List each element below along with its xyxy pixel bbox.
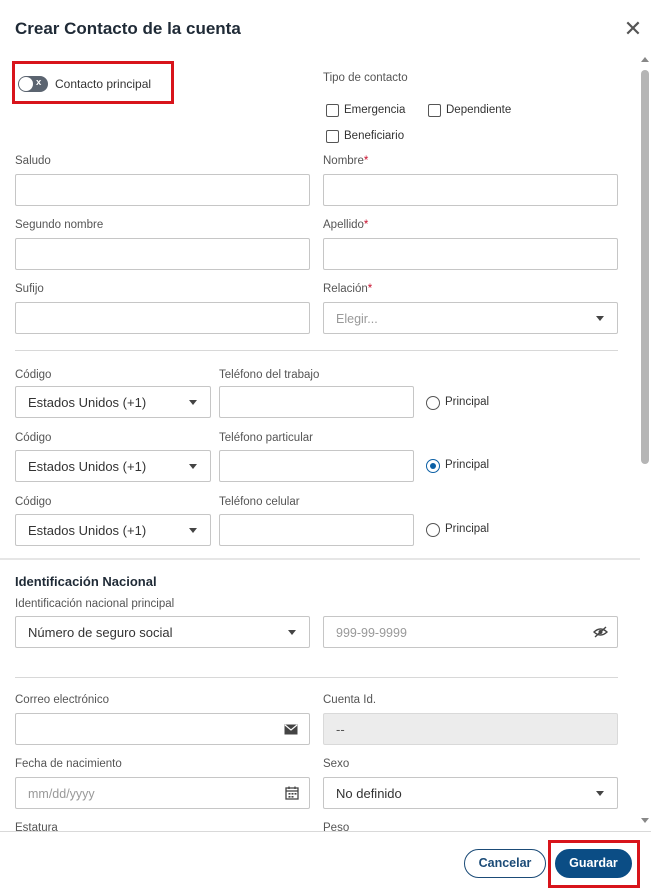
primary-radio-home[interactable] xyxy=(426,459,440,473)
code-label-home: Código xyxy=(15,432,52,444)
code-value-mobile: Estados Unidos (+1) xyxy=(28,523,147,538)
birthdate-input[interactable]: mm/dd/yyyy xyxy=(15,777,310,809)
primary-radio-mobile[interactable] xyxy=(426,523,440,537)
sufijo-input[interactable] xyxy=(15,302,310,334)
relacion-placeholder: Elegir... xyxy=(336,312,378,326)
primary-contact-label: Contacto principal xyxy=(55,77,152,91)
required-marker: * xyxy=(363,219,369,231)
apellido-input[interactable] xyxy=(323,238,618,270)
code-select-home[interactable]: Estados Unidos (+1) xyxy=(15,450,211,482)
checkbox-dependiente[interactable] xyxy=(428,104,441,117)
relacion-select[interactable]: Elegir... xyxy=(323,302,618,334)
dialog-body[interactable]: x Contacto principal Tipo de contacto Em… xyxy=(0,58,651,831)
create-contact-dialog: Crear Contacto de la cuenta ✕ x Contacto… xyxy=(0,0,651,893)
code-select-work[interactable]: Estados Unidos (+1) xyxy=(15,386,211,418)
chevron-down-icon xyxy=(596,791,604,796)
account-id-input: -- xyxy=(323,713,618,745)
divider xyxy=(15,677,618,678)
divider xyxy=(15,350,618,351)
sex-label: Sexo xyxy=(323,758,350,770)
saludo-label: Saludo xyxy=(15,155,51,167)
mobile-phone-input[interactable] xyxy=(219,514,414,546)
email-input[interactable] xyxy=(15,713,310,745)
home-phone-label: Teléfono particular xyxy=(219,432,313,444)
checkbox-beneficiario-label: Beneficiario xyxy=(344,130,405,142)
chevron-down-icon xyxy=(596,316,604,321)
email-label: Correo electrónico xyxy=(15,694,109,706)
chevron-down-icon xyxy=(189,400,197,405)
code-label-work: Código xyxy=(15,369,52,381)
segundo-nombre-label: Segundo nombre xyxy=(15,219,104,231)
save-button[interactable]: Guardar xyxy=(555,849,632,878)
toggle-knob xyxy=(19,77,33,91)
national-id-placeholder: 999-99-9999 xyxy=(336,626,407,640)
national-id-number-input[interactable]: 999-99-9999 xyxy=(323,616,618,648)
primary-radio-home-label: Principal xyxy=(445,459,490,471)
primary-contact-toggle[interactable]: x xyxy=(18,76,48,92)
national-id-type-value: Número de seguro social xyxy=(28,625,173,640)
dialog-title: Crear Contacto de la cuenta xyxy=(15,19,241,38)
account-id-value: -- xyxy=(336,722,345,737)
sex-select[interactable]: No definido xyxy=(323,777,618,809)
nombre-input[interactable] xyxy=(323,174,618,206)
birthdate-placeholder: mm/dd/yyyy xyxy=(28,787,95,801)
birthdate-label: Fecha de nacimiento xyxy=(15,758,122,770)
cancel-button[interactable]: Cancelar xyxy=(464,849,546,878)
relacion-label: Relación* xyxy=(323,283,373,295)
apellido-label: Apellido* xyxy=(323,219,369,231)
sex-value: No definido xyxy=(336,786,402,801)
close-icon[interactable]: ✕ xyxy=(622,18,644,40)
national-id-type-label: Identificación nacional principal xyxy=(15,598,175,610)
primary-contact-toggle-row[interactable]: x Contacto principal xyxy=(15,74,165,94)
checkbox-emergencia-label: Emergencia xyxy=(344,104,406,116)
section-divider xyxy=(0,558,640,560)
nombre-label: Nombre* xyxy=(323,155,369,167)
scroll-up-arrow[interactable] xyxy=(641,57,649,62)
code-value-home: Estados Unidos (+1) xyxy=(28,459,147,474)
eye-slash-icon[interactable] xyxy=(593,626,608,638)
required-marker: * xyxy=(367,283,373,295)
chevron-down-icon xyxy=(189,464,197,469)
dialog-header: Crear Contacto de la cuenta ✕ xyxy=(0,0,651,58)
code-label-mobile: Código xyxy=(15,496,52,508)
chevron-down-icon xyxy=(189,528,197,533)
sufijo-label: Sufijo xyxy=(15,283,44,295)
code-select-mobile[interactable]: Estados Unidos (+1) xyxy=(15,514,211,546)
weight-label: Peso xyxy=(323,822,350,831)
calendar-icon[interactable] xyxy=(285,786,299,800)
checkbox-beneficiario[interactable] xyxy=(326,130,339,143)
toggle-off-icon: x xyxy=(36,77,42,88)
contact-type-label: Tipo de contacto xyxy=(323,72,408,84)
work-phone-label: Teléfono del trabajo xyxy=(219,369,320,381)
national-id-section-title: Identificación Nacional xyxy=(15,574,157,589)
work-phone-input[interactable] xyxy=(219,386,414,418)
national-id-type-select[interactable]: Número de seguro social xyxy=(15,616,310,648)
primary-radio-work-label: Principal xyxy=(445,396,490,408)
primary-radio-mobile-label: Principal xyxy=(445,523,490,535)
home-phone-input[interactable] xyxy=(219,450,414,482)
envelope-icon xyxy=(284,724,298,735)
account-id-label: Cuenta Id. xyxy=(323,694,377,706)
checkbox-dependiente-label: Dependiente xyxy=(446,104,512,116)
code-value-work: Estados Unidos (+1) xyxy=(28,395,147,410)
segundo-nombre-input[interactable] xyxy=(15,238,310,270)
primary-radio-work[interactable] xyxy=(426,396,440,410)
height-label: Estatura xyxy=(15,822,58,831)
scroll-down-arrow[interactable] xyxy=(641,818,649,823)
scrollbar-thumb[interactable] xyxy=(641,70,649,464)
checkbox-emergencia[interactable] xyxy=(326,104,339,117)
required-marker: * xyxy=(363,155,369,167)
chevron-down-icon xyxy=(288,630,296,635)
mobile-phone-label: Teléfono celular xyxy=(219,496,300,508)
saludo-input[interactable] xyxy=(15,174,310,206)
